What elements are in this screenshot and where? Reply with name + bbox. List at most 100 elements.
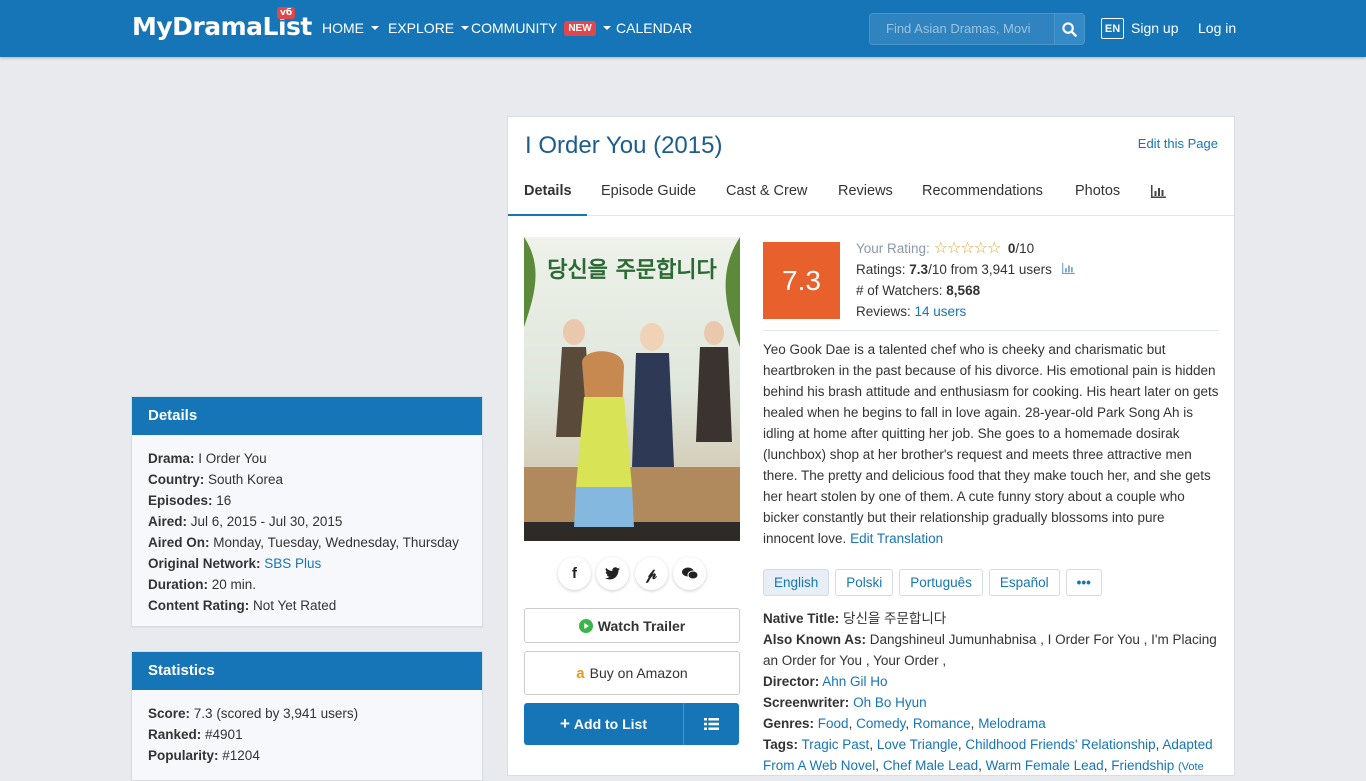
play-circle-icon [578,618,593,633]
tag-link[interactable]: Love Triangle [877,737,958,752]
share-comment-button[interactable] [673,557,706,590]
watch-trailer-button[interactable]: Watch Trailer [524,608,740,643]
tag-link[interactable]: Warm Female Lead [986,758,1104,773]
chevron-down-icon [461,26,470,30]
tag-link[interactable]: Tragic Past [802,737,870,752]
details-row: Content Rating: Not Yet Rated [148,598,337,613]
genre-link[interactable]: Food [818,716,849,731]
your-rating-row: Your Rating: ☆☆☆☆☆ 0/10 [856,240,1035,257]
nav-home[interactable]: HOME [322,20,379,36]
logo-badge: vб [277,7,296,19]
list-options-button[interactable] [684,703,739,745]
top-navbar: MyDramaList vб HOME EXPLORE COMMUNITY NE… [0,0,1366,57]
share-facebook-button[interactable]: f [558,557,591,590]
chevron-down-icon [602,26,611,30]
nav-calendar[interactable]: CALENDAR [616,20,692,36]
details-row: Country: South Korea [148,472,284,487]
language-button[interactable]: EN [1101,18,1124,39]
lang-tab-polski[interactable]: Polski [835,569,894,596]
tab-statistics[interactable] [1151,185,1166,202]
rating-stats: Your Rating: ☆☆☆☆☆ 0/10 Ratings: 7.3/10 … [856,238,1075,322]
tab-photos[interactable]: Photos [1075,183,1120,199]
list-icon [704,718,719,730]
tab-episode-guide[interactable]: Episode Guide [601,183,696,199]
details-row: Aired On: Monday, Tuesday, Wednesday, Th… [148,535,459,550]
stats-row: Ranked: #4901 [148,727,243,742]
language-tabs: English Polski Português Español ••• [763,569,1102,596]
buy-on-amazon-label: Buy on Amazon [589,665,688,681]
add-to-list-button[interactable]: + Add to List [524,703,684,745]
details-box: Details Drama: I Order You Country: Sout… [131,396,483,627]
details-row: Duration: 20 min. [148,577,257,592]
network-link[interactable]: SBS Plus [264,556,321,571]
genre-link[interactable]: Comedy [856,716,905,731]
native-title-row: Native Title: 당신을 주문합니다 [763,611,947,626]
active-tab-indicator [508,214,587,216]
details-row: Aired: Jul 6, 2015 - Jul 30, 2015 [148,514,343,529]
tag-link[interactable]: Chef Male Lead [883,758,978,773]
nav-community-label: COMMUNITY [471,20,558,36]
share-pinterest-button[interactable]: 𝓅 [635,557,668,590]
site-logo[interactable]: MyDramaList vб [132,7,312,44]
sign-up-link[interactable]: Sign up [1131,20,1178,36]
drama-info: Native Title: 당신을 주문합니다 Also Known As: D… [763,608,1219,778]
statistics-box: Statistics Score: 7.3 (scored by 3,941 u… [131,651,483,781]
tag-link[interactable]: Friendship [1111,758,1174,773]
nav-explore[interactable]: EXPLORE [388,20,470,36]
reviews-link[interactable]: 14 users [915,304,967,319]
tab-cast-crew[interactable]: Cast & Crew [726,183,807,199]
genre-link[interactable]: Melodrama [978,716,1046,731]
share-twitter-button[interactable] [596,557,629,590]
tab-bar: Details Episode Guide Cast & Crew Review… [508,173,1234,216]
add-to-list-label: Add to List [573,716,648,732]
facebook-icon: f [572,565,577,582]
nav-calendar-label: CALENDAR [616,20,693,36]
log-in-link[interactable]: Log in [1198,20,1236,36]
score-badge: 7.3 [763,242,840,319]
search-button[interactable] [1054,13,1085,45]
genre-link[interactable]: Romance [913,716,971,731]
poster-title: 당신을 주문합니다 [547,257,717,283]
details-row: Episodes: 16 [148,493,232,508]
reviews-row: Reviews: 14 users [856,304,967,319]
tags-row: Tags: Tragic Past, Love Triangle, Childh… [763,737,1213,773]
new-badge: NEW [564,20,596,36]
edit-translation-link[interactable]: Edit Translation [850,531,943,546]
rating-stars[interactable]: ☆☆☆☆☆ [934,240,1002,257]
synopsis-text: Yeo Gook Dae is a talented chef who is c… [763,342,1219,546]
drama-main-card: I Order You (2015) Edit this Page Detail… [507,116,1235,776]
bar-chart-icon[interactable] [1061,263,1075,274]
synopsis: Yeo Gook Dae is a talented chef who is c… [763,339,1219,549]
screenwriter-link[interactable]: Oh Bo Hyun [853,695,927,710]
tag-link[interactable]: Childhood Friends' Relationship [965,737,1155,752]
nav-community[interactable]: COMMUNITY NEW [471,20,611,36]
details-row: Original Network: SBS Plus [148,556,322,571]
ratings-row: Ratings: 7.3/10 from 3,941 users [856,259,1075,280]
nav-explore-label: EXPLORE [388,20,455,36]
tab-recommendations[interactable]: Recommendations [922,183,1043,199]
your-rating-label: Your Rating: [856,241,930,256]
plus-icon: + [559,714,570,733]
vote-link[interactable]: (Vote [1178,761,1204,773]
search-input[interactable]: Find Asian Dramas, Movi [869,13,1055,45]
drama-poster[interactable]: 당신을 주문합니다 [524,237,740,541]
aka-row: Also Known As: Dangshineul Jumunhabnisa … [763,632,1217,668]
statistics-box-title: Statistics [132,652,482,690]
details-box-title: Details [132,397,482,435]
watchers-row: # of Watchers: 8,568 [856,283,981,298]
edit-page-link[interactable]: Edit this Page [1138,136,1218,151]
nav-home-label: HOME [322,20,364,36]
lang-tab-more[interactable]: ••• [1065,569,1102,596]
tab-reviews[interactable]: Reviews [838,183,893,199]
pinterest-icon: 𝓅 [646,564,657,583]
divider [763,330,1219,331]
details-row: Drama: I Order You [148,451,267,466]
director-row: Director: Ahn Gil Ho [763,674,888,689]
director-link[interactable]: Ahn Gil Ho [822,674,887,689]
lang-tab-espanol[interactable]: Español [988,569,1060,596]
buy-on-amazon-button[interactable]: a Buy on Amazon [524,651,740,695]
bar-chart-icon [1151,185,1166,198]
lang-tab-english[interactable]: English [763,569,830,596]
tab-details[interactable]: Details [524,183,572,199]
lang-tab-portugues[interactable]: Português [899,569,983,596]
